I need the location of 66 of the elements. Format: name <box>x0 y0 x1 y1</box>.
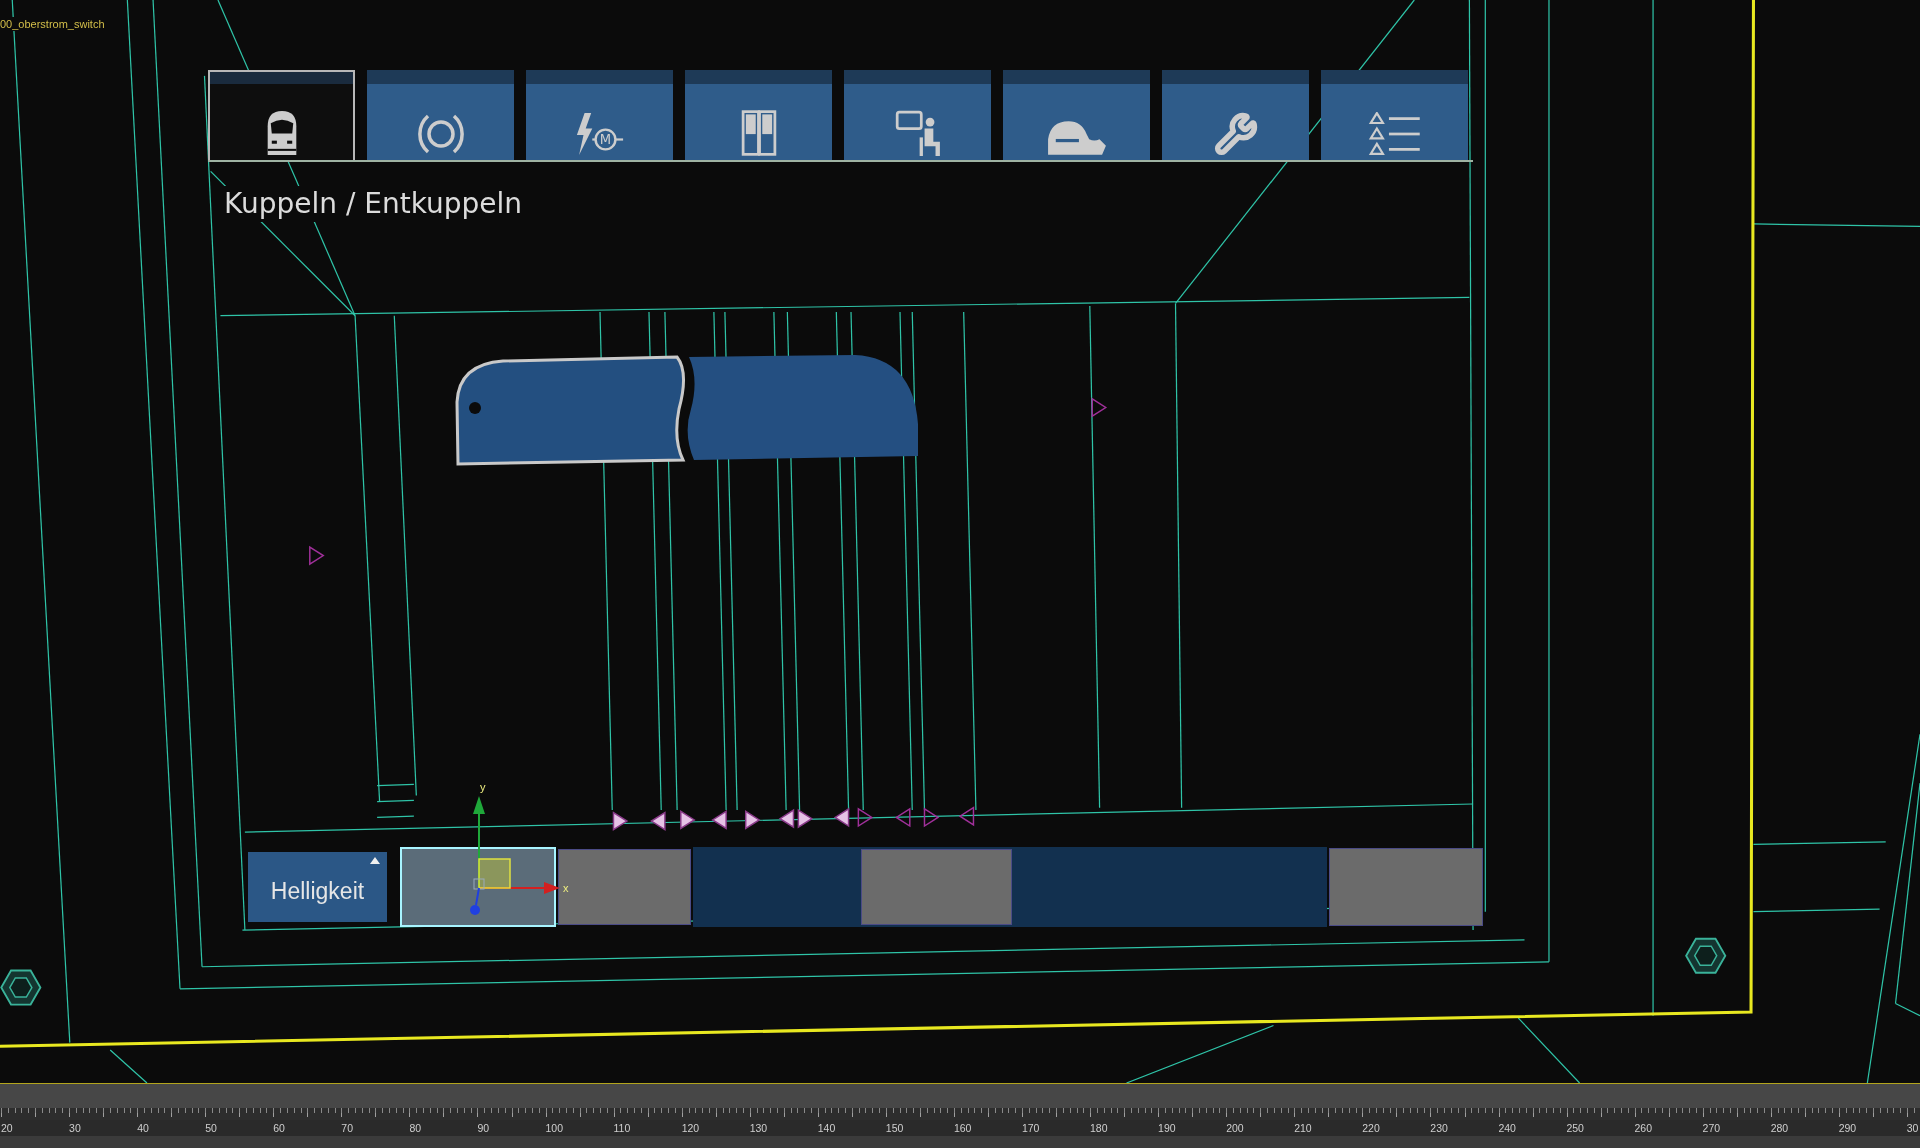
frame-number: 60 <box>273 1121 285 1136</box>
frame-number: 130 <box>749 1121 768 1136</box>
frame-number: 40 <box>137 1121 149 1136</box>
frame-number: 220 <box>1362 1121 1380 1136</box>
right-triangle-icon <box>309 545 325 566</box>
right-triangle-icon <box>612 811 629 832</box>
left-triangle-icon <box>894 807 911 828</box>
frame-number: 140 <box>817 1121 836 1136</box>
left-triangle-icon <box>958 806 975 827</box>
frame-number: 30 <box>1906 1121 1919 1136</box>
frame-number: 70 <box>341 1121 353 1136</box>
right-triangle-icon <box>680 810 696 830</box>
frame-number: 290 <box>1838 1121 1857 1136</box>
tab[interactable] <box>685 70 832 160</box>
frame-number: 50 <box>205 1121 217 1136</box>
object-name-label: 00_oberstrom_switch <box>0 17 107 31</box>
right-triangle-icon <box>857 807 874 828</box>
tab[interactable] <box>1003 70 1150 160</box>
frame-number: 80 <box>409 1121 422 1136</box>
frame-number: 90 <box>477 1121 490 1136</box>
frame-number: 270 <box>1702 1121 1721 1136</box>
frame-number: 30 <box>69 1121 81 1136</box>
caret-up-icon <box>370 857 380 864</box>
hexagon-helper-icon <box>1685 937 1727 974</box>
frame-number: 280 <box>1770 1121 1789 1136</box>
person-at-screen-icon <box>894 110 941 156</box>
hexagon-helper-icon <box>0 969 42 1006</box>
time-slider-track[interactable] <box>0 1084 1920 1108</box>
tab[interactable] <box>844 70 991 160</box>
wrench-icon <box>1213 112 1258 156</box>
frame-number: 230 <box>1430 1121 1448 1136</box>
frame-number: 120 <box>681 1121 700 1136</box>
left-triangle-icon <box>650 811 666 832</box>
frame-number: 180 <box>1090 1121 1108 1136</box>
tab[interactable] <box>1162 70 1309 160</box>
frame-number: 250 <box>1566 1121 1584 1136</box>
left-triangle-icon <box>711 810 727 830</box>
hump-shape-icon <box>1046 120 1107 156</box>
ruler-scale[interactable] <box>0 1108 1920 1120</box>
frame-number: 170 <box>1021 1121 1040 1136</box>
frame-number: 190 <box>1158 1121 1176 1136</box>
axis-label: y <box>480 781 486 793</box>
left-triangle-icon <box>778 808 795 829</box>
frame-number: 110 <box>613 1121 631 1136</box>
tab[interactable] <box>208 70 355 160</box>
right-triangle-icon <box>797 808 814 829</box>
frame-number: 210 <box>1294 1121 1312 1136</box>
frame-number: 200 <box>1226 1121 1244 1136</box>
circle-in-brackets-icon <box>416 112 465 156</box>
left-triangle-icon <box>833 807 850 828</box>
frame-number: 20 <box>1 1121 13 1136</box>
right-triangle-icon <box>744 810 761 830</box>
frame-number: 150 <box>885 1121 904 1136</box>
tab[interactable] <box>367 70 514 160</box>
frame-number: 160 <box>953 1121 972 1136</box>
brightness-button[interactable]: Helligkeit <box>248 852 387 922</box>
double-door-icon <box>739 110 778 156</box>
right-triangle-icon <box>923 807 940 828</box>
frame-number: 260 <box>1634 1121 1653 1136</box>
tab[interactable] <box>1321 70 1468 160</box>
right-triangle-icon <box>1091 397 1108 418</box>
axis-label: x <box>563 882 569 894</box>
tab[interactable]: M <box>526 70 673 160</box>
frame-number: 240 <box>1498 1121 1516 1136</box>
frame-number: 100 <box>545 1121 564 1136</box>
screen-title: Kuppeln / Entkuppeln <box>224 186 523 222</box>
